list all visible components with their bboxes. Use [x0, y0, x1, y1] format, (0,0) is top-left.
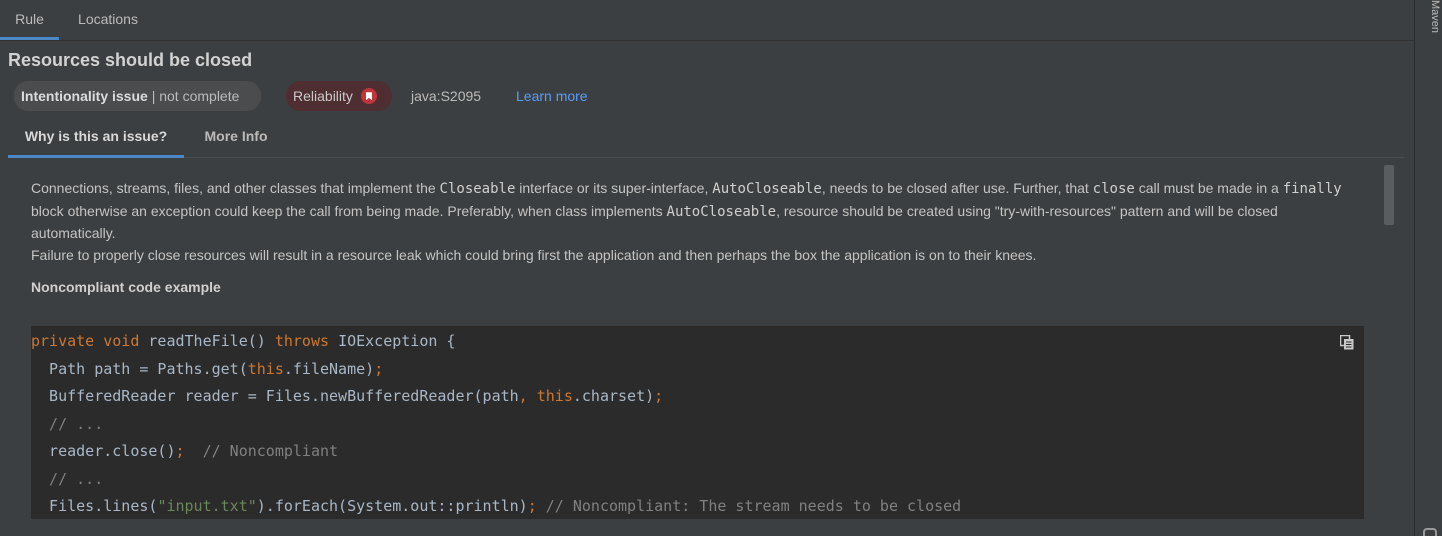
software-quality-label: Reliability: [293, 88, 353, 104]
clean-code-separator: |: [147, 88, 160, 104]
code-token: // ...: [31, 470, 104, 488]
tab-why-is-this-an-issue[interactable]: Why is this an issue?: [8, 118, 184, 158]
code-token: ;: [654, 387, 664, 405]
code-line: // ...: [31, 414, 103, 434]
clean-code-attribute: Intentionality issue: [21, 88, 148, 104]
code-token: BufferedReader reader = Files.newBuffere…: [31, 387, 519, 405]
code-token: this: [247, 360, 284, 378]
severity-high-icon: [360, 88, 377, 105]
learn-more-link[interactable]: Learn more: [516, 81, 588, 111]
code-token: reader.close(): [31, 442, 176, 460]
description-scrollbar[interactable]: [1384, 165, 1394, 225]
code-token: throws: [274, 332, 339, 350]
code-token: // Noncompliant: The stream needs to be …: [545, 497, 962, 515]
code-token: ;: [374, 360, 384, 378]
rule-panel: Rule Locations Maven Resources should be…: [0, 0, 1442, 536]
maven-tool-button[interactable]: Maven: [1417, 0, 1441, 40]
inline-code: finally: [1282, 181, 1342, 197]
code-token: "input.txt": [157, 497, 257, 515]
code-token: Files.lines(: [31, 497, 158, 515]
description-paragraph-1: Connections, streams, files, and other c…: [31, 178, 1361, 245]
inline-code: Closeable: [439, 181, 516, 197]
tab-rule[interactable]: Rule: [0, 0, 59, 40]
code-token: // ...: [31, 415, 104, 433]
code-example: private void readTheFile() throws IOExce…: [31, 326, 1364, 519]
rule-title: Resources should be closed: [8, 50, 253, 70]
tab-locations[interactable]: Locations: [64, 0, 152, 38]
description-text: Connections, streams, files, and other c…: [31, 178, 1361, 266]
description-paragraph-2: Failure to properly close resources will…: [31, 246, 1037, 263]
code-token: void: [103, 332, 149, 350]
code-line: reader.close(); // Noncompliant: [31, 441, 338, 461]
code-token: .charset): [572, 387, 655, 405]
inline-code: close: [1092, 181, 1135, 197]
code-token: private: [31, 332, 104, 350]
software-quality-badge: Reliability: [286, 81, 392, 111]
code-token: ).forEach(System.out::println): [256, 497, 528, 515]
code-token: ;: [175, 442, 185, 460]
code-token: readTheFile(): [148, 332, 275, 350]
code-token: // Noncompliant: [184, 442, 339, 460]
description-fragment: , needs to be closed after use. Further,…: [821, 180, 1093, 196]
code-token: Path path = Paths.get(: [31, 360, 248, 378]
code-token: .fileName): [283, 360, 375, 378]
code-token: this: [536, 387, 573, 405]
right-tool-strip: Maven: [1414, 0, 1442, 536]
description-fragment: Connections, streams, files, and other c…: [31, 180, 440, 196]
code-token: ;: [527, 497, 546, 515]
noncompliant-heading: Noncompliant code example: [31, 279, 221, 295]
inline-code: AutoCloseable: [712, 181, 822, 197]
code-line: Path path = Paths.get(this.fileName);: [31, 359, 383, 379]
code-line: BufferedReader reader = Files.newBuffere…: [31, 386, 663, 406]
clean-code-detail: not complete: [159, 88, 240, 104]
top-tab-bar: Rule Locations: [0, 0, 1414, 41]
code-line: Files.lines("input.txt").forEach(System.…: [31, 496, 961, 516]
code-line: // ...: [31, 469, 103, 489]
code-line: private void readTheFile() throws IOExce…: [31, 331, 455, 351]
rule-key: java:S2095: [411, 88, 482, 104]
copy-icon[interactable]: [1340, 335, 1354, 350]
description-fragment: interface or its super-interface,: [515, 180, 713, 196]
tool-strip-bottom-icon[interactable]: [1423, 528, 1437, 536]
clean-code-attribute-badge: Intentionality issue | not complete: [14, 81, 261, 111]
code-token: ,: [518, 387, 537, 405]
description-fragment: call must be made in a: [1134, 180, 1283, 196]
inline-code: AutoCloseable: [666, 203, 777, 220]
code-token: IOException {: [338, 332, 456, 350]
tab-more-info[interactable]: More Info: [194, 118, 278, 155]
description-fragment: block otherwise an exception could keep …: [31, 202, 667, 219]
description-tab-bar: Why is this an issue? More Info: [8, 118, 1404, 158]
